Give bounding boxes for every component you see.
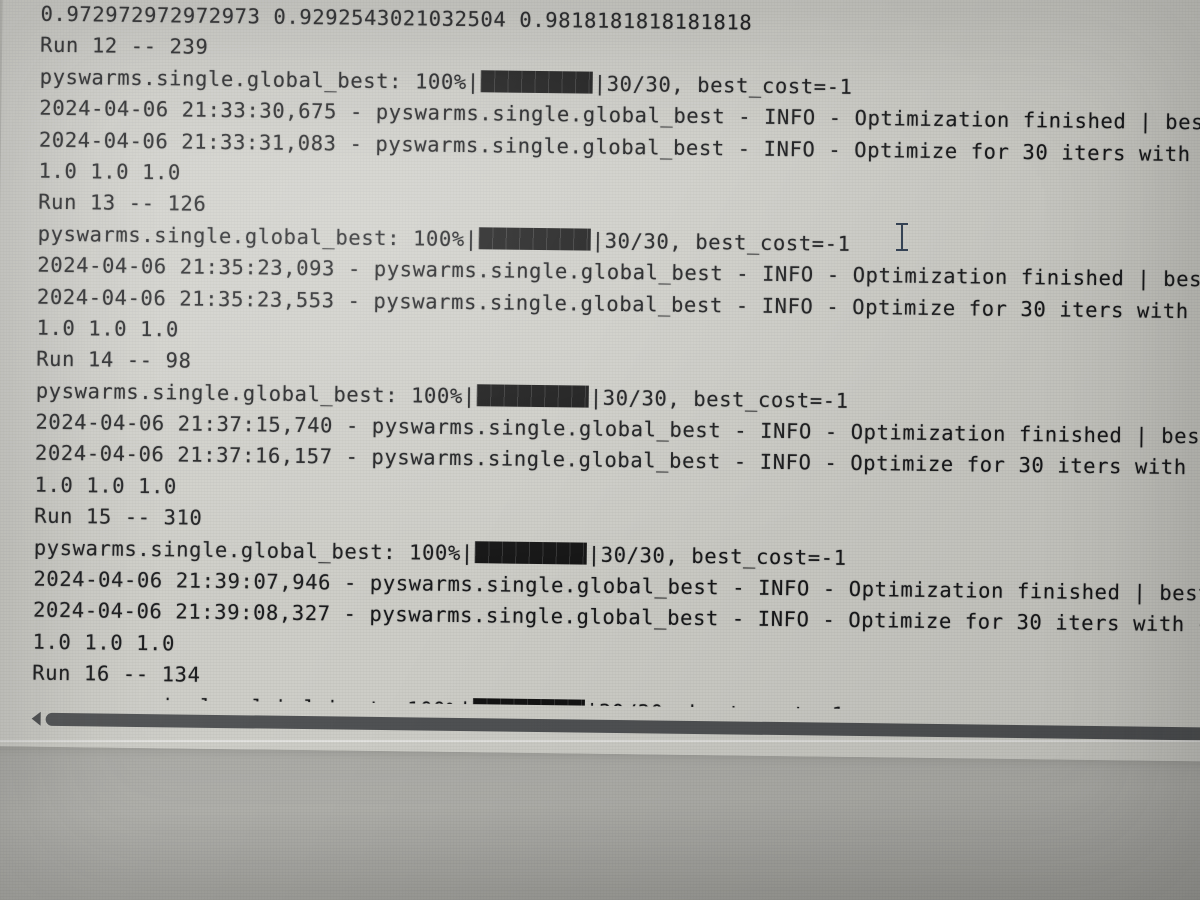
progress-suffix-run-12: |30/30, best_cost=-1 (593, 71, 853, 99)
scrollbar-thumb[interactable] (45, 712, 1200, 741)
progress-bar-run-16 (472, 697, 585, 714)
progress-prefix-run-14: pyswarms.single.global_best: 100%| (35, 378, 476, 408)
progress-suffix-run-15: |30/30, best_cost=-1 (587, 542, 847, 570)
triangle-left-icon[interactable] (31, 711, 41, 726)
progress-prefix-run-12: pyswarms.single.global_best: 100%| (39, 64, 480, 94)
monitor-photo-screen: 0.972972972972973 0.9292543021032504 0.9… (0, 0, 1200, 900)
console-log-area[interactable]: 0.972972972972973 0.9292543021032504 0.9… (0, 0, 1200, 714)
progress-bar-run-15 (474, 540, 587, 565)
console-window[interactable]: 0.972972972972973 0.9292543021032504 0.9… (0, 0, 1200, 762)
progress-suffix-run-13: |30/30, best_cost=-1 (591, 228, 851, 256)
window-bottom-edge (0, 740, 1200, 742)
horizontal-scrollbar[interactable] (31, 709, 1200, 744)
console-output-panel[interactable]: 0.972972972972973 0.9292543021032504 0.9… (0, 0, 1200, 762)
desktop-background (0, 742, 1200, 900)
progress-suffix-run-16: |30/30, best_cost=-1 (585, 699, 845, 714)
progress-prefix-run-15: pyswarms.single.global_best: 100%| (33, 535, 474, 565)
scrollbar-track[interactable] (45, 712, 1200, 741)
progress-bar-run-12 (480, 70, 593, 94)
progress-suffix-run-14: |30/30, best_cost=-1 (589, 385, 849, 413)
progress-bar-run-13 (478, 226, 591, 251)
progress-prefix-run-13: pyswarms.single.global_best: 100%| (37, 221, 478, 251)
progress-bar-run-14 (476, 383, 589, 408)
